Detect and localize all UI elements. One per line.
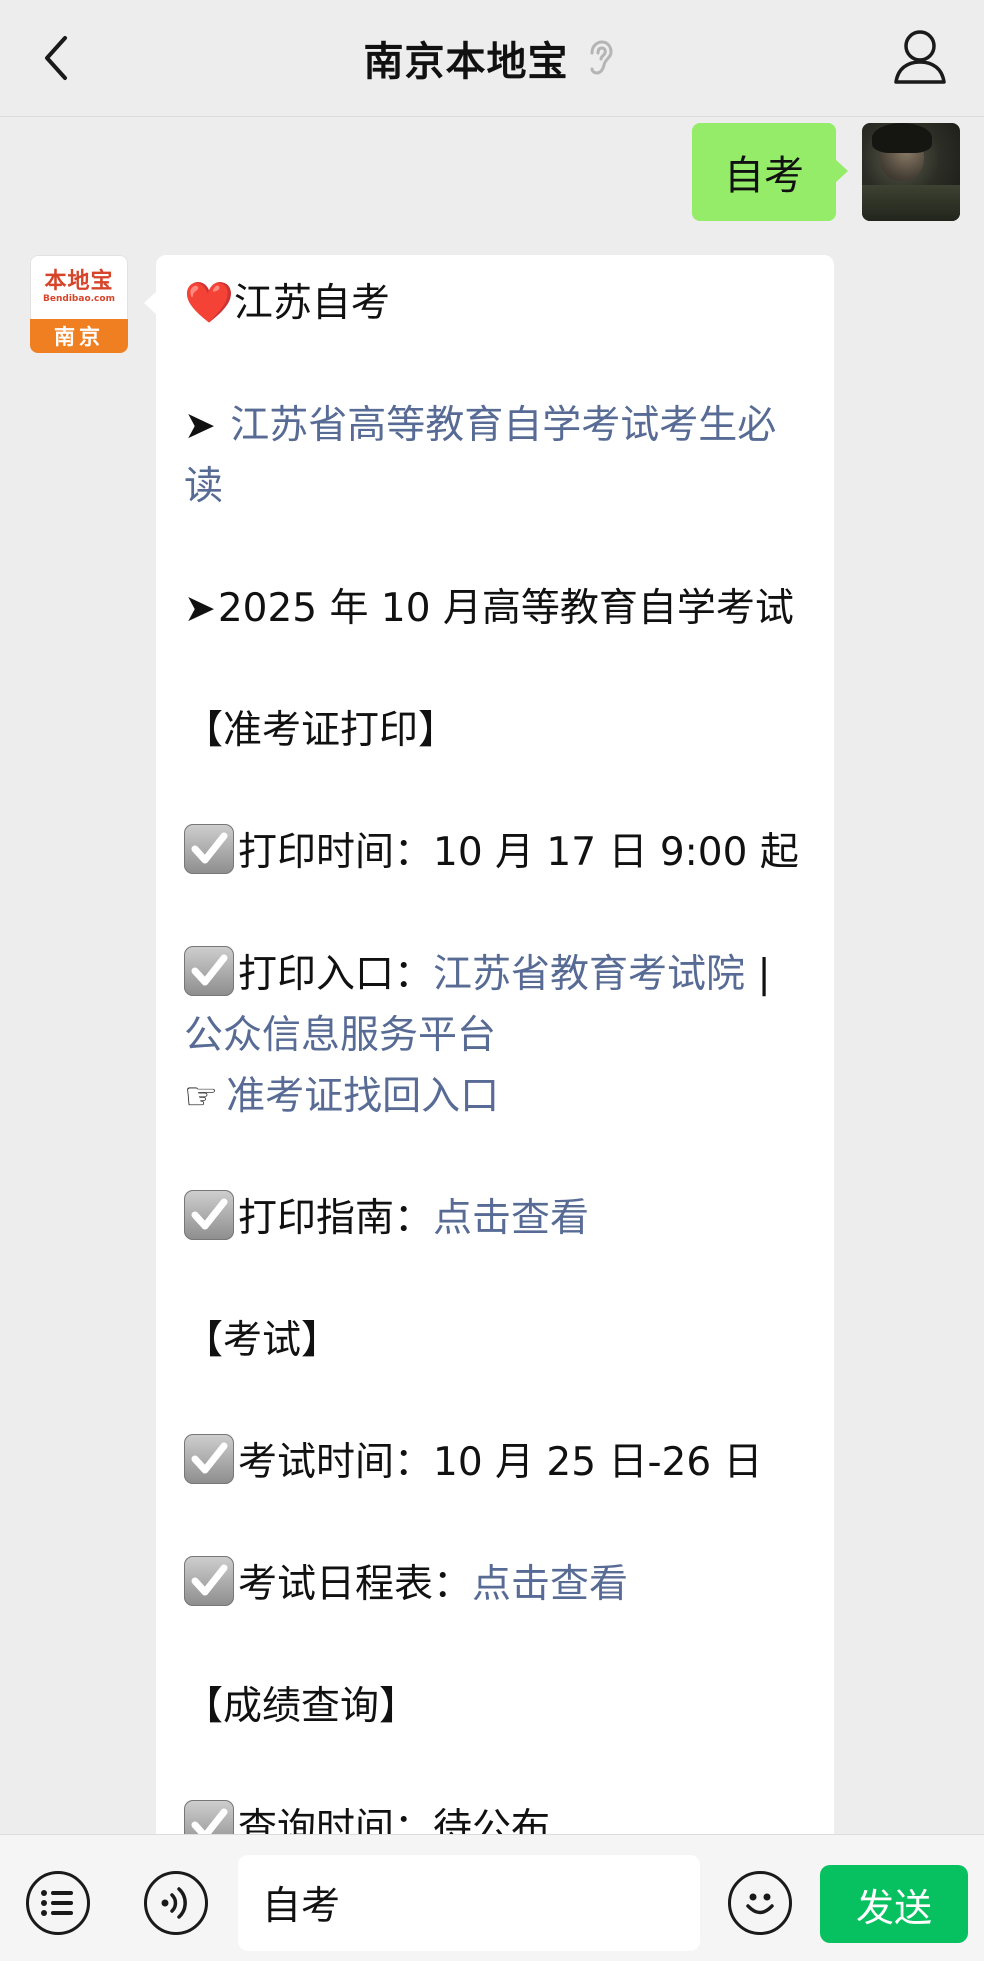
self-avatar[interactable] [862,123,960,221]
menu-toggle-button[interactable] [26,1871,90,1935]
score-time-value: 待公布 [433,1806,551,1834]
must-read-link[interactable]: 江苏省高等教育自学考试考生必读 [184,403,776,509]
retrieve-ticket-link[interactable]: 准考证找回入口 [226,1074,499,1119]
must-read-line: ➤ 江苏省高等教育自学考试考生必读 [184,395,814,517]
score-time-line: 查询时间：待公布 [184,1798,814,1834]
self-message-text: 自考 [724,153,804,199]
avatar-background [862,185,960,221]
heading-line: ❤️江苏自考 [184,273,814,334]
exam-time-label: 考试时间： [238,1440,434,1485]
checkbox-icon [184,1556,234,1606]
exam-time-line: 考试时间：10 月 25 日-26 日 [184,1432,814,1493]
checkbox-icon [184,946,234,996]
pointing-hand-icon: ☞ [184,1074,219,1118]
bot-avatar[interactable]: 本地宝 Bendibao.com 南京 [30,255,128,353]
print-guide-label: 打印指南： [238,1196,434,1241]
checkbox-icon [184,824,234,874]
print-entry-label: 打印入口： [238,952,434,997]
send-button[interactable]: 发送 [820,1865,968,1943]
chat-area[interactable]: 自考 本地宝 Bendibao.com 南京 ❤️江苏自考 ➤ 江苏省高等教育自… [0,117,984,1834]
checkbox-icon [184,1190,234,1240]
checkbox-icon [184,1800,234,1834]
print-guide-line: 打印指南：点击查看 [184,1188,814,1249]
retrieve-line: ☞ 准考证找回入口 [184,1066,814,1127]
bendibao-logo: 本地宝 Bendibao.com [30,255,128,319]
title-area: 南京本地宝 [0,0,984,116]
section-admission-heading: 【准考证打印】 [184,708,458,753]
message-input[interactable] [238,1855,700,1951]
chat-title: 南京本地宝 [363,39,569,85]
logo-city-bar: 南京 [30,319,128,353]
list-menu-icon [41,1890,73,1916]
logo-sub-text: Bendibao.com [43,294,115,304]
print-guide-link[interactable]: 点击查看 [433,1196,589,1241]
self-message-bubble[interactable]: 自考 [692,123,848,221]
print-time-value: 10 月 17 日 9:00 起 [433,830,799,875]
public-service-link[interactable]: 公众信息服务平台 [184,1013,496,1058]
exam-schedule-link[interactable]: 点击查看 [472,1562,628,1607]
print-time-line: 打印时间：10 月 17 日 9:00 起 [184,822,814,883]
heart-icon: ❤️ [184,280,234,326]
arrow-icon: ➤ [184,403,216,447]
public-service-line: 公众信息服务平台 [184,1005,814,1066]
top-bar: 南京本地宝 [0,0,984,117]
print-entry-line: 打印入口：江苏省教育考试院 | [184,944,814,1005]
smiley-icon [746,1893,774,1915]
exam-time-value: 10 月 25 日-26 日 [433,1440,763,1485]
score-time-label: 查询时间： [238,1806,434,1834]
user-icon [894,30,946,84]
voice-input-button[interactable] [144,1871,208,1935]
separator: | [757,952,771,997]
exam-institute-link[interactable]: 江苏省教育考试院 [433,952,745,997]
profile-button[interactable] [892,28,948,88]
bot-message-bubble: ❤️江苏自考 ➤ 江苏省高等教育自学考试考生必读 ➤2025 年 10 月高等教… [144,255,834,1834]
section-exam-heading: 【考试】 [184,1318,341,1363]
checkbox-icon [184,1434,234,1484]
logo-main-text: 本地宝 [44,268,114,294]
exam-title-text: 2025 年 10 月高等教育自学考试 [217,586,794,631]
section-score-heading: 【成绩查询】 [184,1684,419,1729]
emoji-button[interactable] [728,1871,792,1935]
voice-icon [161,1887,187,1919]
heading-text: 江苏自考 [233,281,390,326]
ear-icon [587,38,621,78]
exam-schedule-line: 考试日程表：点击查看 [184,1554,814,1615]
input-bar: 发送 [0,1834,984,1961]
print-time-label: 打印时间： [238,830,434,875]
arrow-icon: ➤ [184,586,216,630]
bot-message-content: ❤️江苏自考 ➤ 江苏省高等教育自学考试考生必读 ➤2025 年 10 月高等教… [184,273,814,1834]
avatar-hair [872,123,932,153]
exam-title-line: ➤2025 年 10 月高等教育自学考试 [184,578,814,639]
exam-schedule-label: 考试日程表： [238,1562,473,1607]
